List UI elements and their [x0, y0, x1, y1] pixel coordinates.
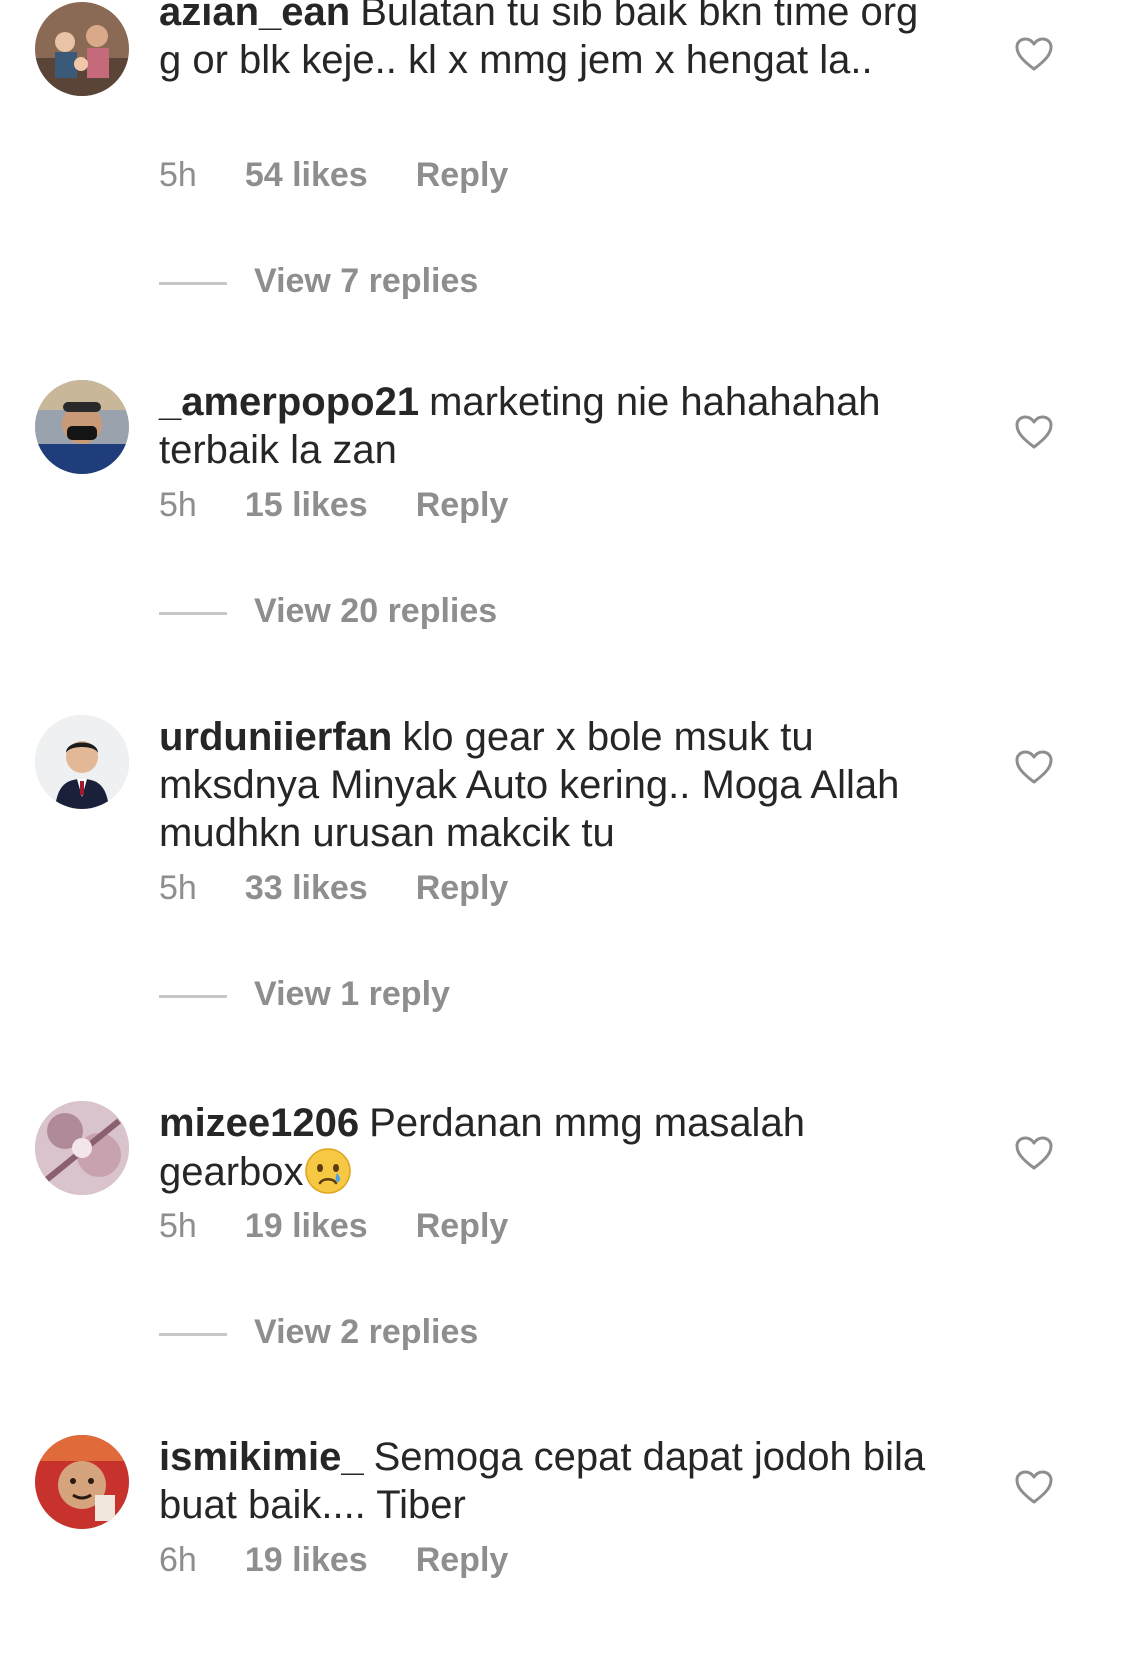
comment-time: 5h [159, 869, 197, 907]
comment-meta: 6h 19 likes Reply [159, 1541, 556, 1580]
likes-count[interactable]: 19 likes [245, 1207, 368, 1246]
replies-divider [159, 994, 227, 998]
reply-button[interactable]: Reply [416, 869, 509, 908]
replies-divider [159, 611, 227, 615]
like-heart-icon[interactable] [1014, 414, 1054, 450]
likes-count[interactable]: 33 likes [245, 869, 368, 908]
view-replies-label: View 2 replies [254, 1313, 479, 1351]
comment-text: mizee1206 Perdanan mmg masalah gearbox [159, 1099, 949, 1196]
reply-button[interactable]: Reply [416, 1207, 509, 1246]
replies-divider [159, 1332, 227, 1336]
comment-time: 5h [159, 1207, 197, 1245]
comment-meta: 5h 19 likes Reply [159, 1207, 556, 1246]
username[interactable]: _amerpopo21 [159, 380, 419, 424]
like-heart-icon[interactable] [1014, 1135, 1054, 1171]
comment-time: 5h [159, 156, 197, 194]
username[interactable]: urduniierfan [159, 715, 392, 759]
avatar[interactable] [35, 2, 129, 96]
reply-button[interactable]: Reply [416, 1541, 509, 1580]
comment-text: azian_ean Bulatan tu sib baik bkn time or… [159, 0, 949, 84]
comment-text: urduniierfan klo gear x bole msuk tu mksd… [159, 713, 949, 857]
view-replies-label: View 7 replies [254, 262, 479, 300]
like-heart-icon[interactable] [1014, 749, 1054, 785]
view-replies-button[interactable]: View 1 reply [159, 975, 450, 1014]
comment-meta: 5h 15 likes Reply [159, 486, 556, 525]
replies-divider [159, 281, 227, 285]
comment-meta: 5h 33 likes Reply [159, 869, 556, 908]
view-replies-button[interactable]: View 2 replies [159, 1313, 478, 1352]
avatar[interactable] [35, 1101, 129, 1195]
username[interactable]: ismikimie_ [159, 1435, 364, 1479]
likes-count[interactable]: 15 likes [245, 486, 368, 525]
likes-count[interactable]: 54 likes [245, 156, 368, 195]
reply-button[interactable]: Reply [416, 486, 509, 525]
comment-text: _amerpopo21 marketing nie hahahahah terba… [159, 378, 949, 474]
likes-count[interactable]: 19 likes [245, 1541, 368, 1580]
avatar[interactable] [35, 1435, 129, 1529]
like-heart-icon[interactable] [1014, 36, 1054, 72]
avatar[interactable] [35, 380, 129, 474]
comment-text: ismikimie_ Semoga cepat dapat jodoh bila … [159, 1433, 949, 1529]
reply-button[interactable]: Reply [416, 156, 509, 195]
view-replies-label: View 20 replies [254, 592, 498, 630]
comment-meta: 5h 54 likes Reply [159, 156, 556, 195]
avatar[interactable] [35, 715, 129, 809]
view-replies-button[interactable]: View 7 replies [159, 262, 478, 301]
username[interactable]: azian_ean [159, 0, 350, 34]
like-heart-icon[interactable] [1014, 1469, 1054, 1505]
username[interactable]: mizee1206 [159, 1101, 359, 1145]
view-replies-label: View 1 reply [254, 975, 450, 1013]
view-replies-button[interactable]: View 20 replies [159, 592, 497, 631]
crying-face-emoji-icon [304, 1147, 352, 1195]
comment-time: 6h [159, 1541, 197, 1579]
comment-time: 5h [159, 486, 197, 524]
